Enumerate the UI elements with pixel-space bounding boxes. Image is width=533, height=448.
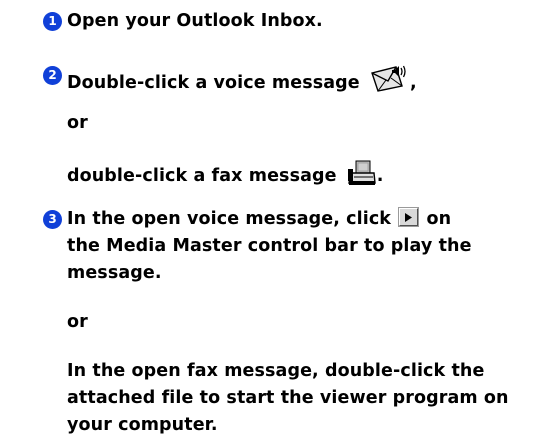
step-2-line-alt: double-click a fax message . bbox=[67, 160, 384, 187]
fax-message-icon bbox=[347, 160, 377, 186]
step-3-or: or bbox=[67, 312, 88, 332]
step-3-line-1: In the open voice message, click on bbox=[67, 207, 452, 230]
step-2-comma: , bbox=[409, 73, 417, 93]
step-1-badge: 1 bbox=[43, 12, 62, 31]
voice-message-icon bbox=[370, 64, 410, 92]
step-3-text-1: In the open voice message, click bbox=[67, 209, 392, 229]
instruction-page: 1 Open your Outlook Inbox. 2 Double-clic… bbox=[0, 0, 533, 448]
step-3-alt-line-3: your computer. bbox=[67, 415, 218, 435]
step-2-or: or bbox=[67, 113, 88, 133]
step-3-line-3: message. bbox=[67, 263, 162, 283]
step-1-text: Open your Outlook Inbox. bbox=[67, 11, 323, 31]
step-2-alt-text: double-click a fax message bbox=[67, 166, 337, 186]
step-3-line-2: the Media Master control bar to play the bbox=[67, 236, 472, 256]
step-3-badge: 3 bbox=[43, 210, 62, 229]
step-2-badge: 2 bbox=[43, 66, 62, 85]
step-3-alt-line-2: attached file to start the viewer progra… bbox=[67, 388, 509, 408]
step-2-text: Double-click a voice message bbox=[67, 73, 360, 93]
step-2-period: . bbox=[376, 166, 384, 186]
step-2-line-1: Double-click a voice message , bbox=[67, 64, 417, 94]
play-icon bbox=[398, 207, 420, 227]
step-3-alt-line-1: In the open fax message, double-click th… bbox=[67, 361, 485, 381]
step-3-text-on: on bbox=[426, 209, 452, 229]
